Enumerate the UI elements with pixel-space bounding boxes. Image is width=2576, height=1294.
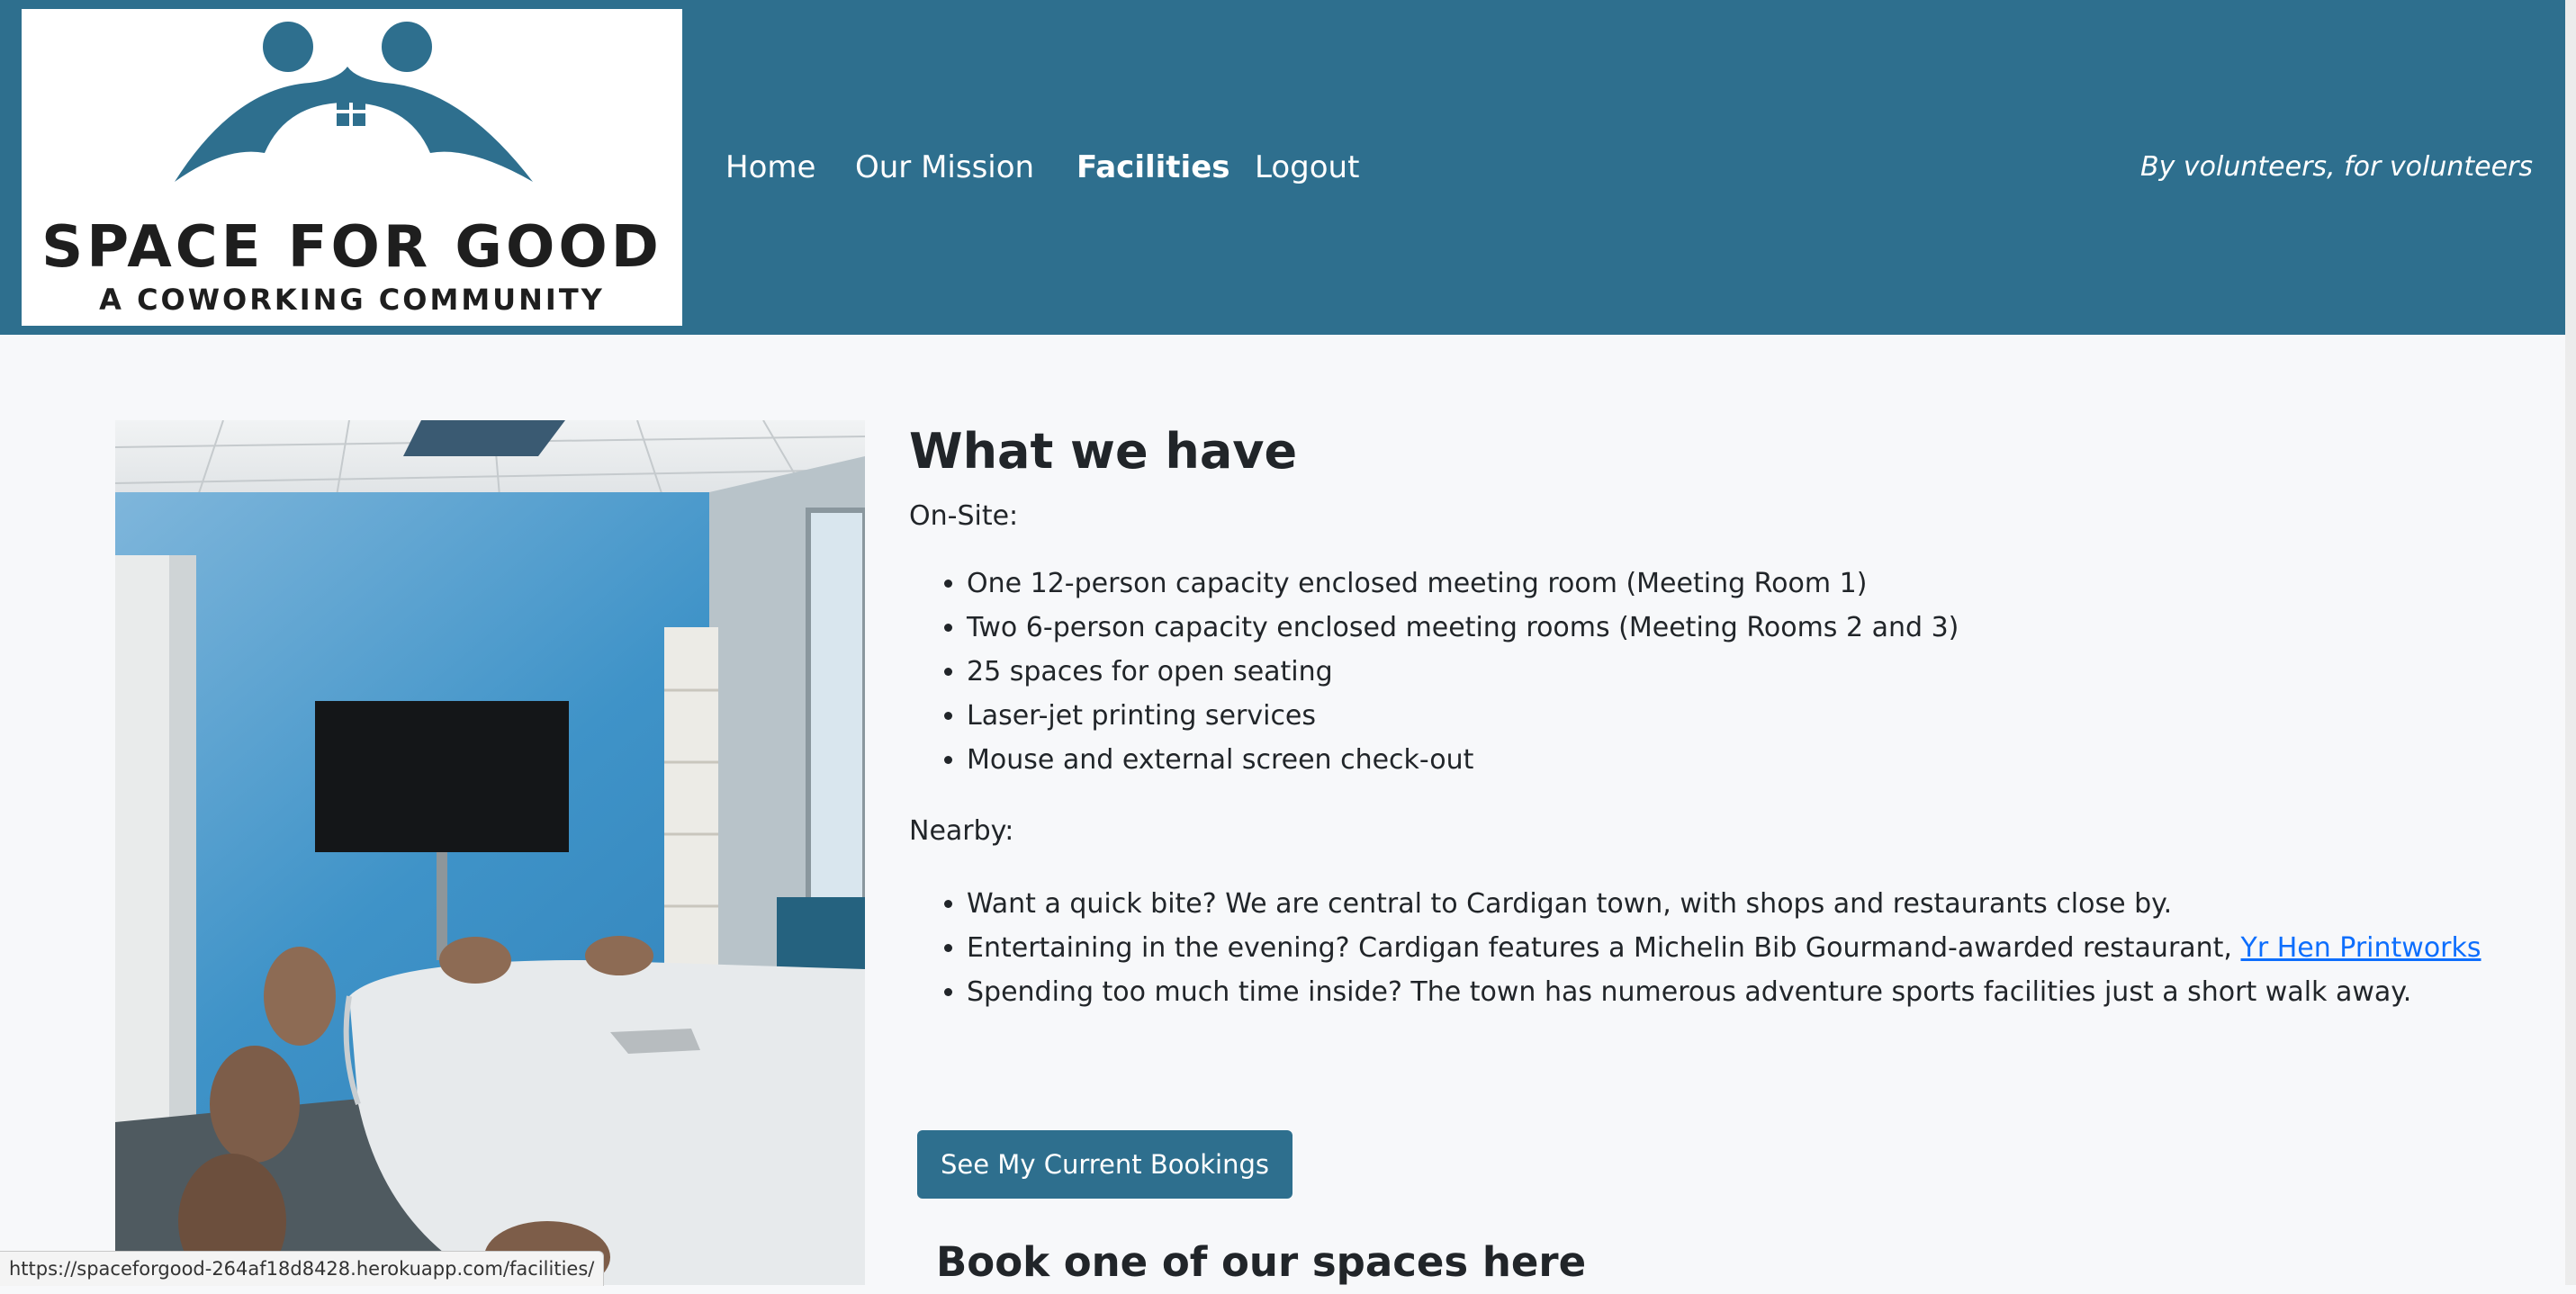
restaurant-link[interactable]: Yr Hen Printworks [2241,932,2481,964]
site-header: SPACE FOR GOOD A COWORKING COMMUNITY Hom… [0,0,2565,335]
see-bookings-button[interactable]: See My Current Bookings [917,1130,1293,1199]
nav-facilities[interactable]: Facilities [1076,142,1230,193]
nav-logout[interactable]: Logout [1255,142,1359,193]
list-item: Entertaining in the evening? Cardigan fe… [967,926,2529,970]
status-bar-url: https://spaceforgood-264af18d8428.heroku… [0,1251,605,1286]
onsite-list: One 12-person capacity enclosed meeting … [909,562,2529,782]
nav-our-mission[interactable]: Our Mission [855,142,1034,193]
list-item: One 12-person capacity enclosed meeting … [967,562,2529,606]
list-item: Spending too much time inside? The town … [967,970,2529,1014]
page-title: What we have [909,423,1298,480]
nearby-label: Nearby: [909,815,1014,847]
logo[interactable]: SPACE FOR GOOD A COWORKING COMMUNITY [22,9,682,326]
logo-title: SPACE FOR GOOD [41,214,662,281]
list-item-text: Entertaining in the evening? Cardigan fe… [967,932,2241,964]
list-item: 25 spaces for open seating [967,650,2529,694]
list-item: Mouse and external screen check-out [967,738,2529,782]
tagline: By volunteers, for volunteers [2140,151,2533,183]
nav-home[interactable]: Home [725,142,815,193]
onsite-label: On-Site: [909,500,1019,532]
list-item: Two 6-person capacity enclosed meeting r… [967,606,2529,650]
list-item: Want a quick bite? We are central to Car… [967,882,2529,926]
logo-subtitle: A COWORKING COMMUNITY [99,283,605,317]
meeting-room-photo [115,420,865,1285]
nearby-list: Want a quick bite? We are central to Car… [909,882,2529,1014]
facilities-content: What we have On-Site: One 12-person capa… [909,416,2529,1014]
scrollbar[interactable] [2565,0,2576,1285]
list-item: Laser-jet printing services [967,694,2529,738]
